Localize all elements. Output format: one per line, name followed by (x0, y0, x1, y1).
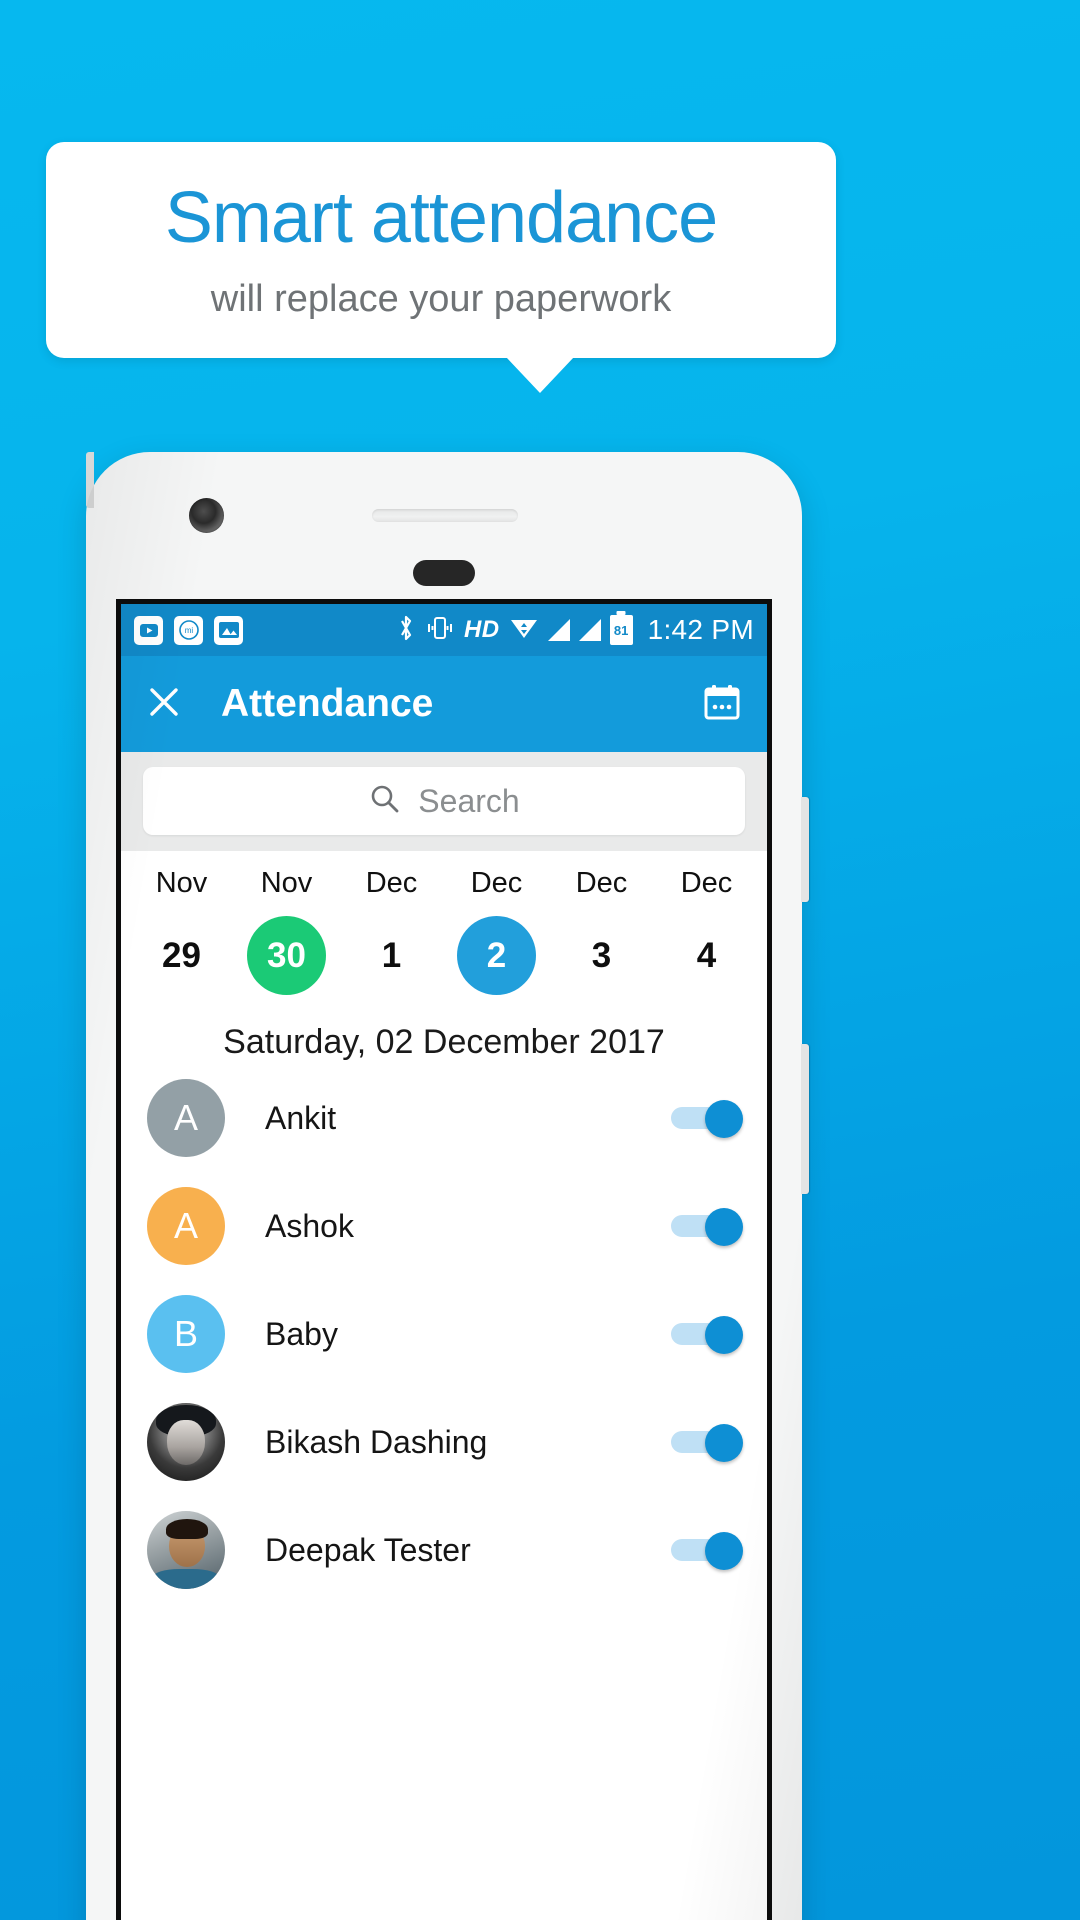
search-icon (368, 782, 402, 821)
phone-mockup: mi HD 81 1:42 PM Attendance Search Nov 2… (86, 452, 809, 1920)
gallery-icon (214, 615, 243, 645)
list-item[interactable]: Bikash Dashing (121, 1402, 767, 1482)
date-month: Nov (155, 867, 208, 899)
list-item[interactable]: A Ashok (121, 1186, 767, 1266)
status-bar: mi HD 81 1:42 PM (121, 604, 767, 656)
battery-icon: 81 (609, 615, 633, 645)
bluetooth-icon (396, 614, 416, 647)
avatar-photo-detail (153, 1568, 219, 1589)
attendance-toggle[interactable] (671, 1424, 743, 1462)
date-day: 29 (162, 935, 201, 975)
search-bar[interactable]: Search (143, 767, 745, 835)
svg-text:mi: mi (184, 626, 193, 635)
date-month: Nov (260, 867, 313, 899)
hd-icon: HD (463, 616, 500, 643)
app-bar: Attendance (121, 656, 767, 752)
attendance-toggle[interactable] (671, 1208, 743, 1246)
date-month: Dec (575, 867, 628, 899)
vibrate-icon (425, 615, 455, 646)
earpiece-speaker (372, 509, 518, 522)
avatar (147, 1511, 225, 1589)
toggle-knob (705, 1100, 743, 1138)
status-bar-clock: 1:42 PM (647, 614, 754, 645)
date-cell[interactable]: Dec 3 (549, 867, 654, 995)
promo-headline: Smart attendance (164, 178, 718, 258)
toggle-knob (705, 1532, 743, 1570)
page-title: Attendance (221, 682, 434, 725)
youtube-icon (134, 615, 163, 645)
signal-2-icon (578, 619, 601, 641)
attendee-name: Bikash Dashing (265, 1423, 488, 1460)
date-strip: Nov 29 Nov 30 Dec 1 Dec 2 Dec 3 Dec 4 (121, 851, 767, 1003)
attendee-name: Ankit (265, 1099, 337, 1136)
date-month: Dec (365, 867, 418, 899)
avatar: A (147, 1079, 225, 1157)
status-bar-notifications: mi (134, 615, 243, 645)
battery-level: 81 (613, 622, 629, 638)
promo-screenshot: Smart attendance will replace your paper… (0, 0, 1080, 1920)
mi-fit-icon: mi (174, 615, 203, 645)
attendance-toggle[interactable] (671, 1100, 743, 1138)
list-item[interactable]: Deepak Tester (121, 1510, 767, 1590)
wifi-icon (509, 616, 539, 645)
attendance-toggle[interactable] (671, 1532, 743, 1570)
avatar: A (147, 1187, 225, 1265)
status-bar-system-icons: HD 81 1:42 PM (396, 614, 754, 647)
date-month: Dec (470, 867, 523, 899)
promo-subheadline: will replace your paperwork (210, 278, 672, 320)
date-day: 4 (696, 935, 717, 975)
date-cell[interactable]: Dec 2 (444, 867, 549, 995)
date-day-selected: 2 (457, 916, 536, 995)
avatar (147, 1403, 225, 1481)
toggle-knob (705, 1316, 743, 1354)
date-day: 1 (381, 935, 402, 975)
front-camera-icon (189, 498, 224, 533)
date-month: Dec (680, 867, 733, 899)
date-day: 3 (591, 935, 612, 975)
attendee-name: Ashok (265, 1207, 354, 1244)
avatar-photo-detail (167, 1420, 205, 1466)
promo-callout-card: Smart attendance will replace your paper… (46, 142, 836, 358)
callout-tail (506, 357, 574, 393)
attendance-list: A Ankit A Ashok B Baby Bikash Dashing De… (121, 1078, 767, 1590)
date-cell[interactable]: Dec 1 (339, 867, 444, 995)
selected-date-label: Saturday, 02 December 2017 (121, 1003, 767, 1078)
attendee-name: Deepak Tester (265, 1531, 471, 1568)
attendance-toggle[interactable] (671, 1316, 743, 1354)
toggle-knob (705, 1424, 743, 1462)
phone-volume-button (801, 1044, 809, 1194)
toggle-knob (705, 1208, 743, 1246)
calendar-icon[interactable] (701, 681, 743, 728)
list-item[interactable]: A Ankit (121, 1078, 767, 1158)
date-day-today: 30 (247, 916, 326, 995)
avatar-photo-detail (165, 1518, 208, 1540)
avatar: B (147, 1295, 225, 1373)
search-input[interactable]: Search (418, 783, 519, 820)
signal-1-icon (547, 619, 570, 641)
date-cell[interactable]: Dec 4 (654, 867, 759, 995)
phone-screen: mi HD 81 1:42 PM Attendance Search Nov 2… (116, 599, 772, 1920)
search-section: Search (121, 752, 767, 851)
list-item[interactable]: B Baby (121, 1294, 767, 1374)
proximity-sensor (413, 560, 475, 586)
date-cell[interactable]: Nov 30 (234, 867, 339, 995)
date-cell[interactable]: Nov 29 (129, 867, 234, 995)
phone-power-button (801, 797, 809, 902)
close-icon[interactable] (145, 683, 183, 726)
phone-left-button (86, 452, 94, 508)
attendee-name: Baby (265, 1315, 338, 1352)
